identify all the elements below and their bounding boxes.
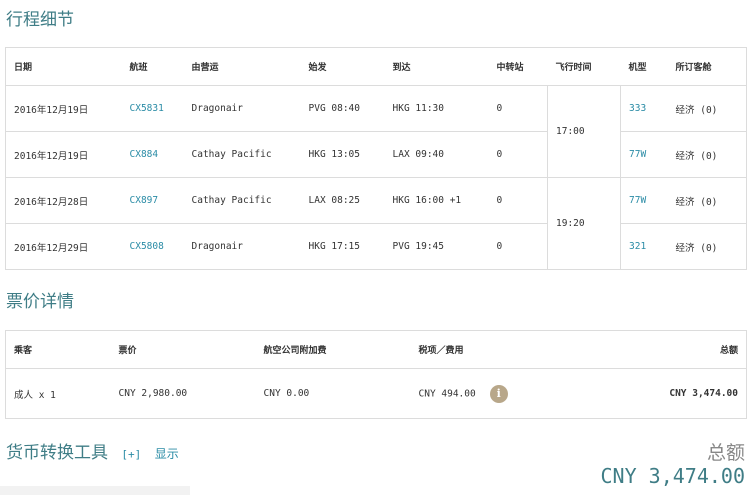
col-date: 日期 [5,47,122,86]
duration-cell: 19:20 [547,177,621,270]
surcharge-cell: CNY 0.00 [255,368,411,419]
depart-cell: HKG 13:05 [300,131,385,178]
flight-link[interactable]: CX884 [121,131,184,178]
col-cabin: 所订客舱 [667,47,747,86]
info-icon[interactable]: i [489,384,508,403]
table-row: 成人 x 1 CNY 2,980.00 CNY 0.00 CNY 494.00 i… [5,368,747,419]
operator-cell: Dragonair [183,223,301,270]
arrive-cell: PVG 19:45 [384,223,489,270]
currency-tool-toggle[interactable]: [+] [121,448,141,461]
table-row: 2016年12月19日 CX5831 Dragonair PVG 08:40 H… [5,85,747,178]
passenger-cell: 成人 x 1 [5,368,111,419]
flight-link[interactable]: CX897 [121,177,184,224]
cabin-cell: 经济 (0) [667,85,747,132]
fare-header-row: 乘客 票价 航空公司附加费 税项／费用 总额 [5,330,747,369]
aircraft-link[interactable]: 77W [620,177,668,224]
operator-cell: Cathay Pacific [183,131,301,178]
date-cell: 2016年12月19日 [5,85,122,132]
currency-tool-show-link[interactable]: 显示 [155,447,179,461]
currency-tool: 货币转换工具 [+] 显示 [6,438,179,463]
date-cell: 2016年12月29日 [5,223,122,270]
table-row: 2016年12月19日 CX884 Cathay Pacific HKG 13:… [5,131,747,178]
col-flight: 航班 [121,47,184,86]
col-aircraft: 机型 [620,47,668,86]
aircraft-link[interactable]: 333 [620,85,668,132]
fare-cell: CNY 2,980.00 [110,368,256,419]
arrive-cell: HKG 11:30 [384,85,489,132]
col-fare: 票价 [110,330,256,369]
aircraft-link[interactable]: 321 [620,223,668,270]
depart-cell: PVG 08:40 [300,85,385,132]
cabin-cell: 经济 (0) [667,131,747,178]
col-operator: 由营运 [183,47,301,86]
col-taxes: 税项／费用 [410,330,556,369]
itinerary-table: 日期 航班 由营运 始发 到达 中转站 飞行时间 机型 所订客舱 2016年12… [5,47,747,270]
date-cell: 2016年12月28日 [5,177,122,224]
fare-table: 乘客 票价 航空公司附加费 税项／费用 总额 成人 x 1 CNY 2,980.… [5,330,747,419]
operator-cell: Dragonair [183,85,301,132]
col-arrive: 到达 [384,47,489,86]
col-depart: 始发 [300,47,385,86]
arrive-cell: HKG 16:00 +1 [384,177,489,224]
itinerary-header-row: 日期 航班 由营运 始发 到达 中转站 飞行时间 机型 所订客舱 [5,47,747,86]
col-total: 总额 [555,330,747,369]
taxes-value: CNY 494.00 [418,388,476,399]
col-duration: 飞行时间 [547,47,621,86]
taxes-cell: CNY 494.00 i [410,368,556,419]
stops-cell: 0 [488,85,548,132]
table-row: 2016年12月28日 CX897 Cathay Pacific LAX 08:… [5,177,747,270]
duration-cell: 17:00 [547,85,621,178]
cabin-cell: 经济 (0) [667,177,747,224]
currency-tool-title: 货币转换工具 [6,443,108,463]
col-stops: 中转站 [488,47,548,86]
depart-cell: LAX 08:25 [300,177,385,224]
total-cell: CNY 3,474.00 [555,368,747,419]
bottom-bar [0,486,190,495]
depart-cell: HKG 17:15 [300,223,385,270]
col-passenger: 乘客 [5,330,111,369]
aircraft-link[interactable]: 77W [620,131,668,178]
total-amount: CNY 3,474.00 [600,464,746,488]
stops-cell: 0 [488,131,548,178]
col-surcharge: 航空公司附加费 [255,330,411,369]
fare-title: 票价详情 [6,292,74,312]
table-row: 2016年12月29日 CX5808 Dragonair HKG 17:15 P… [5,223,747,270]
arrive-cell: LAX 09:40 [384,131,489,178]
cabin-cell: 经济 (0) [667,223,747,270]
flight-link[interactable]: CX5831 [121,85,184,132]
operator-cell: Cathay Pacific [183,177,301,224]
stops-cell: 0 [488,177,548,224]
stops-cell: 0 [488,223,548,270]
date-cell: 2016年12月19日 [5,131,122,178]
flight-link[interactable]: CX5808 [121,223,184,270]
itinerary-title: 行程细节 [6,10,74,30]
total-label: 总额 [706,442,745,464]
